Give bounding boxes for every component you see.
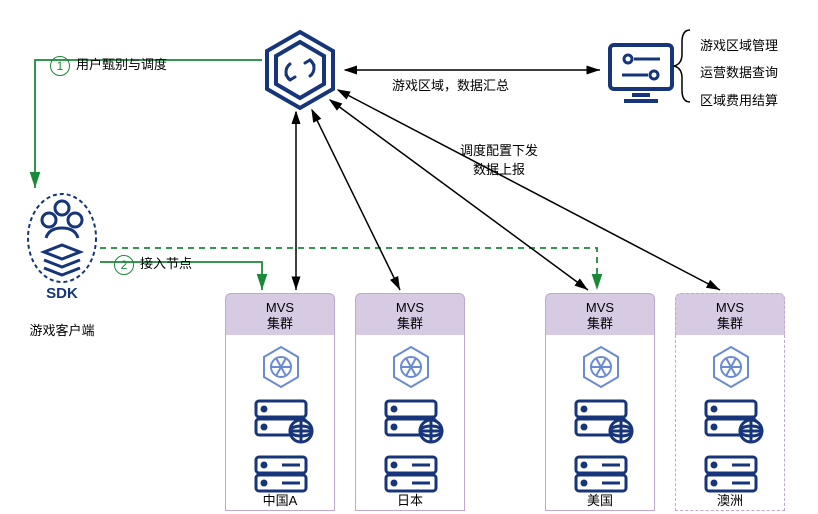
edge-router-au: [338, 90, 720, 290]
step1-badge: 1: [50, 56, 70, 76]
cluster-head: MVS集群: [225, 293, 335, 335]
dashboard-feature-2: 运营数据查询: [700, 59, 778, 86]
region-label-us: 美国: [545, 490, 655, 509]
center-edge-left: 游戏区域: [392, 78, 444, 93]
sdk-caption: 游戏客户端: [22, 320, 102, 339]
cluster-icons: [226, 335, 336, 510]
dispatch-line2: 数据上报: [460, 159, 538, 178]
region-label-au: 澳洲: [675, 490, 785, 509]
step1-text: 用户甄别与调度: [76, 57, 167, 72]
sdk-icon: [22, 190, 102, 300]
cluster-head: MVS集群: [675, 293, 785, 335]
step2-badge: 2: [114, 255, 134, 275]
cluster-au: MVS集群: [675, 293, 785, 511]
sdk-client-node: SDK 游戏客户端: [22, 190, 102, 339]
cluster-body: [675, 335, 785, 511]
step2-text: 接入节点: [140, 256, 192, 271]
center-edge-right: 数据汇总: [457, 78, 509, 93]
cluster-body: [545, 335, 655, 511]
region-label-jp: 日本: [355, 490, 465, 509]
region-label-cn: 中国A: [225, 490, 335, 509]
dashboard-feature-3: 区域费用结算: [700, 87, 778, 114]
dashboard-feature-1: 游戏区域管理: [700, 32, 778, 59]
cluster-body: [355, 335, 465, 511]
cluster-icons: [356, 335, 466, 510]
dispatch-label: 调度配置下发 数据上报: [460, 140, 538, 178]
dashboard-icon: [610, 45, 672, 101]
edge-router-jp: [312, 110, 400, 290]
edge-router-us: [330, 100, 588, 290]
center-edge-label: 游戏区域，数据汇总: [392, 75, 509, 94]
dashboard-feature-list: 游戏区域管理 运营数据查询 区域费用结算: [700, 32, 778, 114]
cluster-body: [225, 335, 335, 511]
cluster-cn: MVS集群: [225, 293, 335, 511]
cluster-us: MVS集群: [545, 293, 655, 511]
brace-icon: [674, 30, 690, 102]
cluster-head: MVS集群: [545, 293, 655, 335]
cluster-head: MVS集群: [355, 293, 465, 335]
edge-step1: [35, 60, 262, 188]
router-icon: [267, 32, 333, 108]
cluster-jp: MVS集群: [355, 293, 465, 511]
step2-label: 2 接入节点: [114, 253, 192, 275]
diagram-canvas: 1 用户甄别与调度 2 接入节点 游戏区域，数据汇总 调度配置下发 数据上报 游戏区…: [0, 0, 818, 514]
cluster-icons: [676, 335, 786, 510]
cluster-icons: [546, 335, 656, 510]
step1-label: 1 用户甄别与调度: [50, 54, 167, 76]
dispatch-line1: 调度配置下发: [460, 140, 538, 159]
